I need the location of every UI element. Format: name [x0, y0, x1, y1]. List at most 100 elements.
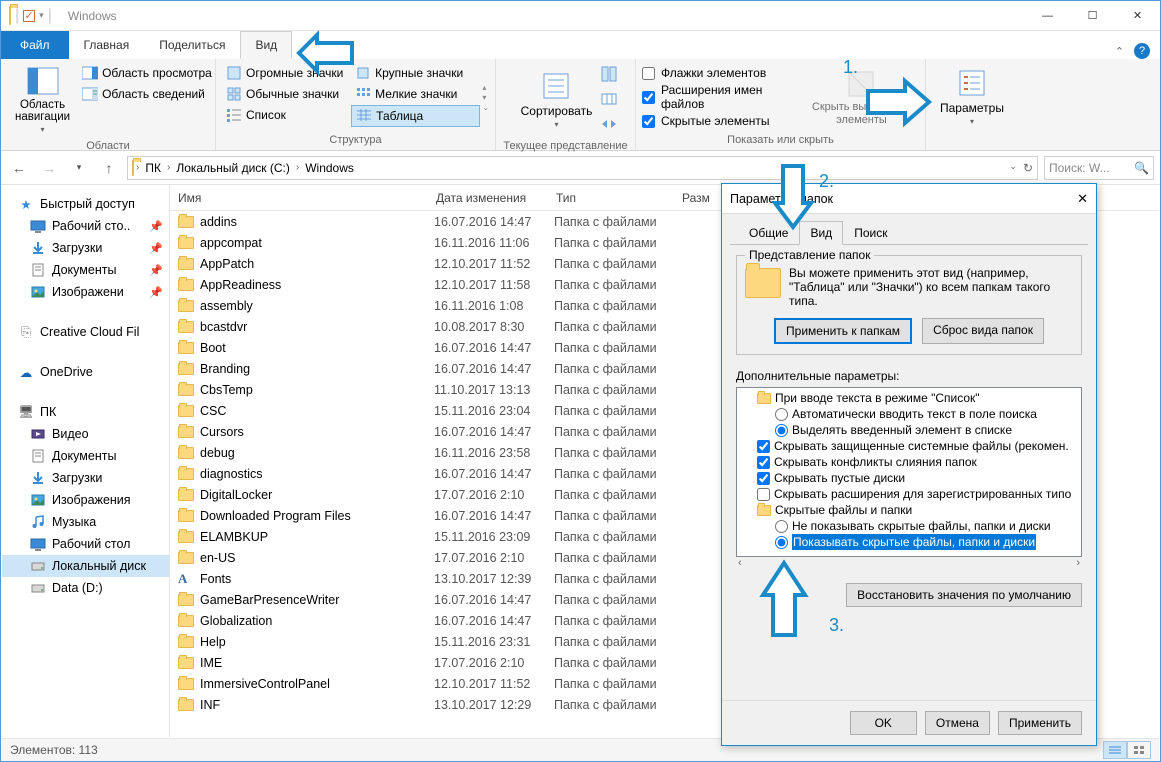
sidebar-quick-item[interactable]: Документы📌 — [2, 259, 169, 281]
up-button[interactable]: ↑ — [97, 156, 121, 180]
chevron-right-icon[interactable]: › — [136, 162, 139, 173]
sidebar-pc-item[interactable]: Рабочий стол — [2, 533, 169, 555]
layout-small[interactable]: Мелкие значки — [351, 84, 480, 104]
sidebar-quick-access[interactable]: ★Быстрый доступ — [2, 193, 169, 215]
cancel-button[interactable]: Отмена — [925, 711, 990, 735]
restore-defaults-button[interactable]: Восстановить значения по умолчанию — [846, 583, 1082, 607]
adv-auto-search[interactable]: Автоматически вводить текст в поле поиск… — [739, 406, 1079, 422]
navigation-pane-button[interactable]: Область навигации ▾ — [7, 61, 78, 138]
forward-button[interactable]: → — [37, 156, 61, 180]
adv-hide-merge[interactable]: Скрывать конфликты слияния папок — [739, 454, 1079, 470]
col-name[interactable]: Имя — [170, 191, 428, 205]
addr-dropdown[interactable]: ⌄ — [1009, 161, 1017, 175]
file-extensions-toggle[interactable]: Расширения имен файлов — [642, 82, 804, 112]
col-date[interactable]: Дата изменения — [428, 191, 548, 205]
sidebar-quick-item[interactable]: Рабочий сто..📌 — [2, 215, 169, 237]
minimize-button[interactable]: — — [1025, 1, 1070, 31]
adv-hide-empty[interactable]: Скрывать пустые диски — [739, 470, 1079, 486]
adv-dont-show-hidden[interactable]: Не показывать скрытые файлы, папки и дис… — [739, 518, 1079, 534]
breadcrumb[interactable]: › ПК › Локальный диск (C:) › Windows ⌄ ↻ — [127, 156, 1038, 180]
sidebar-pc-item[interactable]: Загрузки — [2, 467, 169, 489]
file-date: 15.11.2016 23:31 — [434, 635, 554, 649]
dialog-tab-search[interactable]: Поиск — [843, 221, 898, 245]
tab-home[interactable]: Главная — [69, 31, 145, 59]
scroll-down-icon[interactable]: ▾ — [482, 93, 489, 102]
crumb-pc[interactable]: ПК — [141, 161, 165, 175]
file-date: 16.07.2016 14:47 — [434, 509, 554, 523]
ok-button[interactable]: OK — [850, 711, 917, 735]
item-checkboxes-toggle[interactable]: Флажки элементов — [642, 65, 804, 81]
crumb-disk[interactable]: Локальный диск (C:) — [172, 161, 294, 175]
col-type[interactable]: Тип — [548, 191, 674, 205]
tab-view[interactable]: Вид — [240, 31, 292, 59]
layout-table[interactable]: Таблица — [351, 105, 480, 127]
scroll-up-icon[interactable]: ▴ — [482, 83, 489, 92]
dialog-tab-view[interactable]: Вид — [799, 221, 843, 245]
dropdown-icon: ▾ — [970, 117, 974, 126]
chevron-right-icon[interactable]: › — [167, 162, 170, 173]
folder-icon — [178, 258, 194, 270]
back-button[interactable]: ← — [7, 156, 31, 180]
expand-icon[interactable]: ⌄ — [482, 103, 489, 112]
sidebar-pc-item[interactable]: Видео — [2, 423, 169, 445]
ribbon-collapse[interactable]: ⌃ — [1115, 45, 1124, 58]
layout-normal[interactable]: Обычные значки — [222, 84, 351, 104]
folder-icon — [178, 279, 194, 291]
view-thumbnails-button[interactable] — [1127, 741, 1151, 759]
fit-columns-icon[interactable] — [600, 115, 618, 138]
add-columns-icon[interactable] — [600, 90, 618, 113]
dialog-close-button[interactable]: ✕ — [1077, 191, 1088, 207]
adv-hide-protected[interactable]: Скрывать защищенные системные файлы (рек… — [739, 438, 1079, 454]
folder-icon — [178, 342, 194, 354]
hide-selected-button[interactable]: Скрыть выбранные элементы — [804, 61, 919, 132]
history-dropdown[interactable]: ▾ — [67, 156, 91, 180]
qat-checkbox-icon[interactable]: ✓ — [23, 10, 35, 22]
crumb-folder[interactable]: Windows — [301, 161, 358, 175]
sidebar-onedrive[interactable]: ☁OneDrive — [2, 361, 169, 383]
sidebar-quick-item[interactable]: Загрузки📌 — [2, 237, 169, 259]
sidebar-pc[interactable]: 🖥ПК — [2, 401, 169, 423]
file-date: 16.07.2016 14:47 — [434, 593, 554, 607]
sidebar-pc-item[interactable]: Музыка — [2, 511, 169, 533]
sort-button[interactable]: Сортировать ▾ — [513, 61, 601, 138]
sidebar-pc-item[interactable]: Документы — [2, 445, 169, 467]
sidebar-pc-item[interactable]: Data (D:) — [2, 577, 169, 599]
folder-icon — [178, 405, 194, 417]
group-by-icon[interactable] — [600, 65, 618, 88]
dialog-tab-general[interactable]: Общие — [738, 221, 799, 245]
refresh-icon[interactable]: ↻ — [1023, 161, 1033, 175]
sidebar-quick-item[interactable]: Изображени📌 — [2, 281, 169, 303]
options-button[interactable]: Параметры ▾ — [932, 61, 1012, 132]
layout-huge[interactable]: Огромные значки — [222, 63, 351, 83]
sidebar-pc-item[interactable]: Локальный диск — [2, 555, 169, 577]
file-name: Downloaded Program Files — [200, 509, 434, 523]
apply-to-folders-button[interactable]: Применить к папкам — [774, 318, 912, 344]
chevron-right-icon[interactable]: › — [296, 162, 299, 173]
file-name: ELAMBKUP — [200, 530, 434, 544]
reset-folder-view-button[interactable]: Сброс вида папок — [922, 318, 1044, 344]
help-icon[interactable]: ? — [1134, 43, 1150, 59]
view-details-button[interactable] — [1103, 741, 1127, 759]
layout-large[interactable]: Крупные значки — [351, 63, 480, 83]
apply-button[interactable]: Применить — [998, 711, 1082, 735]
details-pane-button[interactable]: Область сведений — [78, 84, 216, 104]
adv-hide-ext[interactable]: Скрывать расширения для зарегистрированн… — [739, 486, 1079, 502]
scroll-left-icon[interactable]: ‹ — [738, 557, 742, 569]
advanced-settings-list[interactable]: При вводе текста в режиме "Список" Автом… — [736, 387, 1082, 557]
tab-share[interactable]: Поделиться — [144, 31, 240, 59]
sidebar-ccf[interactable]: ⎘Creative Cloud Fil — [2, 321, 169, 343]
qat-dropdown[interactable]: ▾ — [39, 10, 44, 21]
close-button[interactable]: ✕ — [1115, 1, 1160, 31]
tab-file[interactable]: Файл — [1, 31, 69, 59]
adv-show-hidden[interactable]: Показывать скрытые файлы, папки и диски — [739, 534, 1079, 550]
disk-icon — [30, 558, 46, 574]
search-input[interactable]: Поиск: W... 🔍 — [1044, 156, 1154, 180]
scroll-right-icon[interactable]: › — [1076, 557, 1080, 569]
dialog-title: Параметры папок — [730, 192, 833, 206]
adv-highlight[interactable]: Выделять введенный элемент в списке — [739, 422, 1079, 438]
layout-list[interactable]: Список — [222, 105, 351, 125]
maximize-button[interactable]: ☐ — [1070, 1, 1115, 31]
hidden-items-toggle[interactable]: Скрытые элементы — [642, 113, 804, 129]
sidebar-pc-item[interactable]: Изображения — [2, 489, 169, 511]
preview-pane-button[interactable]: Область просмотра — [78, 63, 216, 83]
